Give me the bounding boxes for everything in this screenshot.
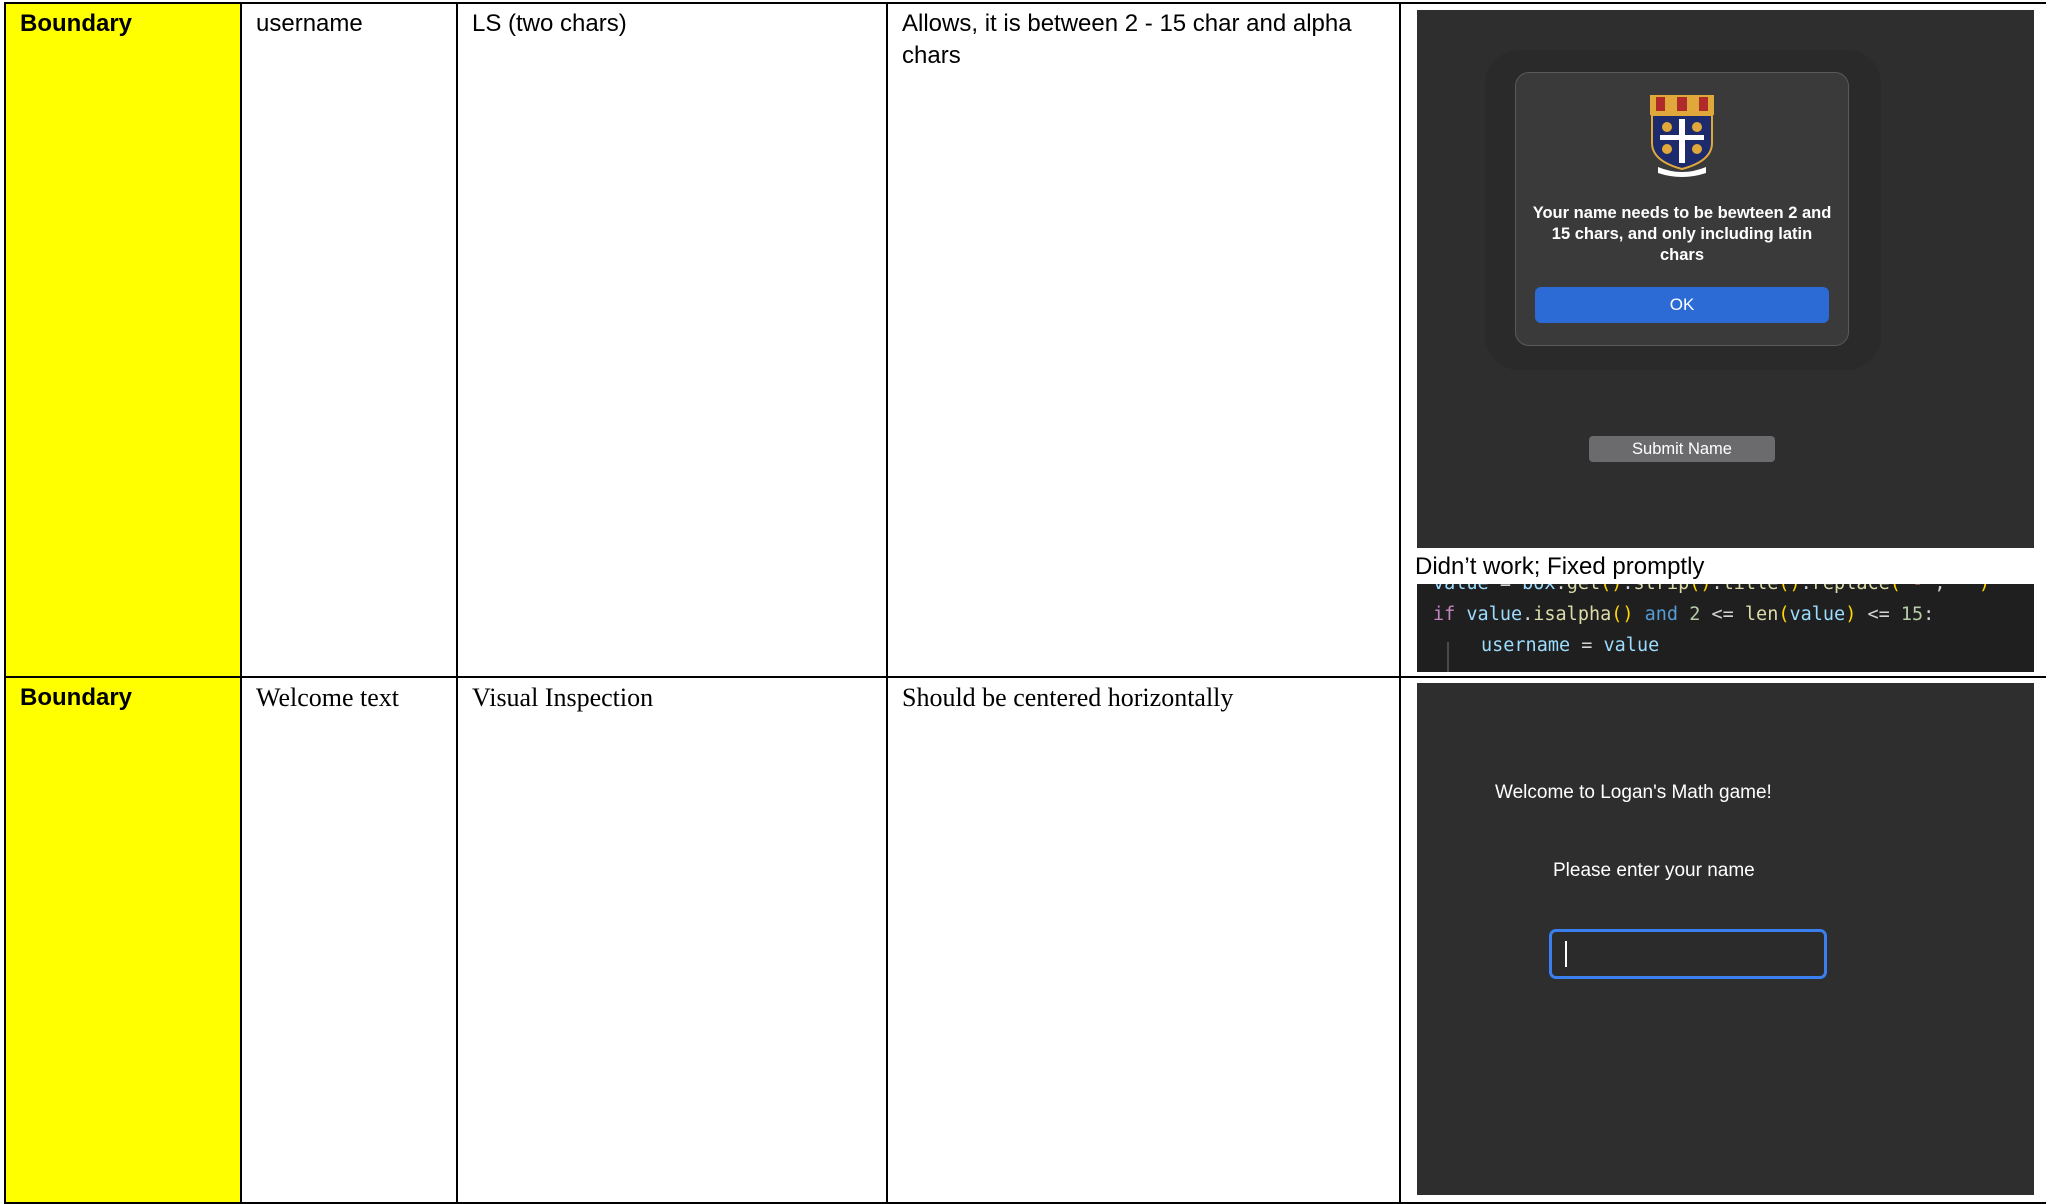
test-type-cell: Boundary: [4, 2, 242, 678]
table-row: Boundary Welcome text Visual Inspection …: [4, 676, 2046, 1204]
field-label: Welcome text: [256, 683, 400, 712]
name-prompt: Please enter your name: [1553, 860, 1755, 881]
name-input[interactable]: [1549, 929, 1827, 979]
alert-dialog: Your name needs to be bewteen 2 and 15 c…: [1515, 72, 1849, 346]
test-plan-table: Boundary username LS (two chars) Allows,…: [4, 2, 2046, 1204]
field-cell: username: [240, 2, 458, 678]
test-data-label: LS (two chars): [472, 10, 627, 37]
field-cell: Welcome text: [240, 676, 458, 1204]
test-data-label: Visual Inspection: [472, 683, 654, 712]
school-crest-icon: [1650, 95, 1714, 177]
code-line-2: if value.isalpha() and 2 <= len(value) <…: [1433, 604, 1935, 625]
code-line-3: username = value: [1481, 635, 1660, 656]
dialog-screenshot: Your name needs to be bewteen 2 and 15 c…: [1417, 10, 2034, 548]
code-snippet: value = box.get().strip().title().replac…: [1417, 584, 2034, 672]
test-type-cell: Boundary: [4, 676, 242, 1204]
dialog-message: Your name needs to be bewteen 2 and 15 c…: [1532, 204, 1832, 264]
code-line-1: value = box.get().strip().title().replac…: [1433, 584, 1990, 599]
evidence-cell: Your name needs to be bewteen 2 and 15 c…: [1399, 2, 2046, 678]
expected-result-text: Allows, it is between 2 - 15 char and al…: [902, 10, 1352, 69]
expected-result-cell: Allows, it is between 2 - 15 char and al…: [886, 2, 1401, 678]
expected-result-text: Should be centered horizontally: [902, 683, 1234, 712]
welcome-heading: Welcome to Logan's Math game!: [1495, 782, 1772, 803]
test-data-cell: LS (two chars): [456, 2, 888, 678]
indent-guide: [1447, 642, 1449, 672]
text-caret: [1565, 941, 1567, 967]
table-row: Boundary username LS (two chars) Allows,…: [4, 2, 2046, 678]
field-label: username: [256, 10, 363, 37]
submit-name-button[interactable]: Submit Name: [1589, 436, 1775, 462]
fix-note: Didn’t work; Fixed promptly: [1415, 553, 1705, 580]
test-plan-sheet: Boundary username LS (two chars) Allows,…: [0, 0, 2046, 1204]
welcome-screenshot: Welcome to Logan's Math game! Please ent…: [1417, 683, 2034, 1195]
test-type-label: Boundary: [20, 10, 133, 37]
expected-result-cell: Should be centered horizontally: [886, 676, 1401, 1204]
test-data-cell: Visual Inspection: [456, 676, 888, 1204]
ok-button[interactable]: OK: [1535, 287, 1829, 323]
test-type-label: Boundary: [20, 684, 133, 711]
evidence-cell: Welcome to Logan's Math game! Please ent…: [1399, 676, 2046, 1204]
